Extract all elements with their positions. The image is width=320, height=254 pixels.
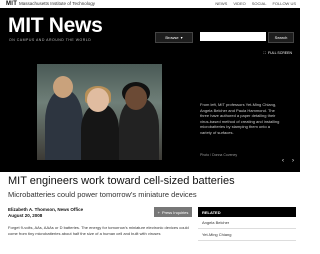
chevron-down-icon: ▾ [180,35,183,40]
person-right-head [125,86,147,110]
article-subtitle: Microbatteries could power tomorrow's mi… [8,190,197,199]
related-item-yet-ming-chiang[interactable]: Yet-Ming Chiang [198,229,296,241]
expand-icon: ⛶ [263,51,266,55]
search-button[interactable]: Search [268,32,294,43]
fullscreen-button[interactable]: ⛶ FULL SCREEN [264,51,292,55]
top-link-follow-us[interactable]: FOLLOW US [272,1,296,6]
press-inquiries-label: Press Inquiries [161,209,189,215]
browse-button[interactable]: Browse ▾ [155,32,193,43]
institute-name[interactable]: Massachusetts Institute of Technology [19,1,95,6]
press-inquiries-button[interactable]: + Press Inquiries [154,207,192,217]
article-title: MIT engineers work toward cell-sized bat… [8,175,235,187]
related-panel: RELATED Angela Belcher Yet-Ming Chiang [198,207,296,241]
plus-icon: + [157,209,160,215]
related-item-angela-belcher[interactable]: Angela Belcher [198,217,296,229]
feature-slideshow: ⛶ FULL SCREEN From left, MIT professors … [0,46,300,172]
person-center [81,104,119,160]
related-heading: RELATED [198,207,296,217]
photo-credit: Photo / Donna Coveney [200,153,238,157]
person-left-head [53,76,73,98]
site-header: NEWS VIDEO SOCIAL FOLLOW US MIT News ON … [0,1,300,46]
top-links: NEWS VIDEO SOCIAL FOLLOW US [215,1,296,6]
mit-logo[interactable]: MIT [6,1,17,7]
site-tagline: ON CAMPUS AND AROUND THE WORLD [9,38,92,42]
top-link-social[interactable]: SOCIAL [252,1,267,6]
person-center-head [87,88,109,112]
article-date: August 20, 2008 [8,213,43,218]
article-byline: Elizabeth A. Thomson, News Office [8,207,84,212]
fullscreen-label: FULL SCREEN [268,51,292,55]
previous-slide-icon[interactable]: ‹ [282,158,284,164]
top-link-news[interactable]: NEWS [215,1,227,6]
search-input[interactable] [200,32,266,41]
browse-label: Browse [165,35,179,40]
article-body: Forget 9-volts, AAs, AAAs or D batteries… [8,225,189,236]
person-left [45,90,83,160]
feature-photo[interactable] [37,64,162,160]
top-link-video[interactable]: VIDEO [233,1,245,6]
next-slide-icon[interactable]: › [292,158,294,164]
site-title[interactable]: MIT News [8,14,103,38]
photo-caption: From left, MIT professors Yet-Ming Chian… [200,102,280,135]
